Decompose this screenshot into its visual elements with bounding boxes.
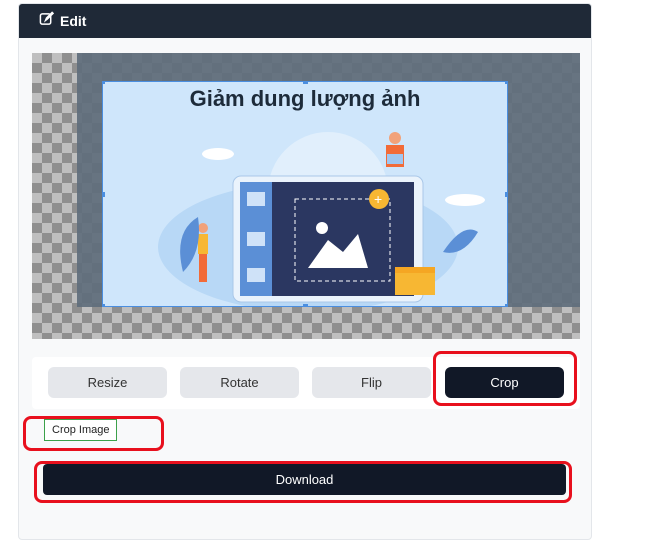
image-preview[interactable]: Giảm dung lượng ảnh + [102,81,508,307]
crop-handle-top[interactable] [303,82,308,84]
crop-handle-bl[interactable] [103,304,105,306]
crop-handle-left[interactable] [103,192,105,197]
svg-text:+: + [374,191,382,207]
panel-header: Edit [19,4,591,38]
crop-handle-bottom[interactable] [303,304,308,306]
edit-icon [39,11,55,31]
flip-button[interactable]: Flip [312,367,431,398]
crop-handle-tr[interactable] [505,82,507,84]
edit-panel: Edit Giảm dung lượng ảnh + Resize Rotate… [18,3,592,540]
crop-handle-right[interactable] [505,192,507,197]
panel-title: Edit [60,13,87,29]
crop-button-highlight [433,351,577,406]
download-button[interactable]: Download [43,464,566,495]
crop-handle-tl[interactable] [103,82,105,84]
crop-handle-br[interactable] [505,304,507,306]
image-canvas[interactable]: Giảm dung lượng ảnh + [32,53,580,339]
crop-image-button[interactable]: Crop Image [44,419,118,441]
rotate-button[interactable]: Rotate [180,367,299,398]
illustration: + [158,132,485,306]
resize-button[interactable]: Resize [48,367,167,398]
